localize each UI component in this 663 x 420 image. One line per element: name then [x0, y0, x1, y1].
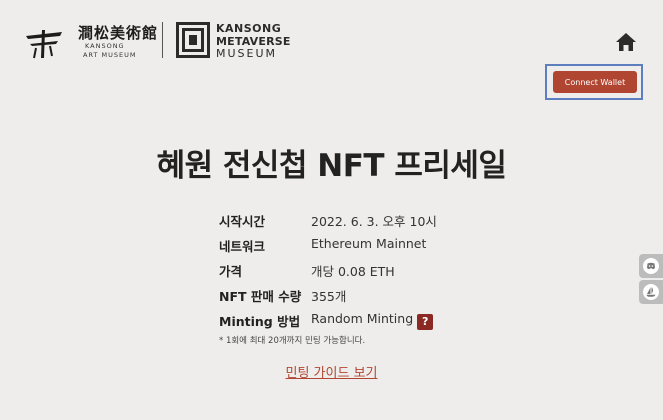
kansong-art-museum-logo[interactable]: 澗松美術館 KANSONG ART MUSEUM: [24, 20, 157, 62]
info-label: 시작시간: [219, 214, 266, 229]
pine-logo-icon: [26, 30, 62, 59]
info-label: 네트워크: [219, 239, 266, 254]
opensea-icon: [643, 284, 659, 300]
info-value: 355개: [311, 289, 347, 304]
info-label: 가격: [219, 264, 243, 279]
logo-divider: [162, 22, 163, 58]
info-value: Random Minting: [311, 311, 414, 326]
museum-english-name-line1: KANSONG: [85, 42, 125, 50]
discord-button[interactable]: [639, 254, 663, 278]
info-value: 개당 0.08 ETH: [311, 264, 395, 279]
home-icon[interactable]: [615, 31, 637, 53]
kansong-metaverse-museum-logo[interactable]: KANSONG METAVERSE MUSEUM: [176, 22, 296, 60]
info-value: Ethereum Mainnet: [311, 236, 427, 251]
connect-wallet-button[interactable]: Connect Wallet: [553, 71, 637, 93]
metaverse-logo-line1: KANSONG: [216, 22, 282, 35]
museum-english-name-line2: ART MUSEUM: [83, 51, 137, 59]
info-value: 2022. 6. 3. 오후 10시: [311, 214, 437, 229]
info-label: Minting 방법: [219, 314, 301, 329]
info-label: NFT 판매 수량: [219, 289, 302, 304]
opensea-button[interactable]: [639, 280, 663, 304]
metaverse-logo-line3: MUSEUM: [216, 47, 278, 60]
minting-limit-note: * 1회에 최대 20개까지 민팅 가능합니다.: [219, 336, 366, 346]
square-spiral-emblem-icon: [176, 22, 210, 58]
page-title: 혜원 전신첩 NFT 프리세일: [156, 148, 507, 184]
help-question-icon[interactable]: ?: [417, 314, 434, 330]
discord-icon: [643, 258, 659, 274]
minting-guide-link[interactable]: 민팅 가이드 보기: [0, 362, 663, 381]
info-value-with-help: Random Minting?: [311, 311, 434, 330]
museum-hanja-name: 澗松美術館: [78, 24, 159, 42]
